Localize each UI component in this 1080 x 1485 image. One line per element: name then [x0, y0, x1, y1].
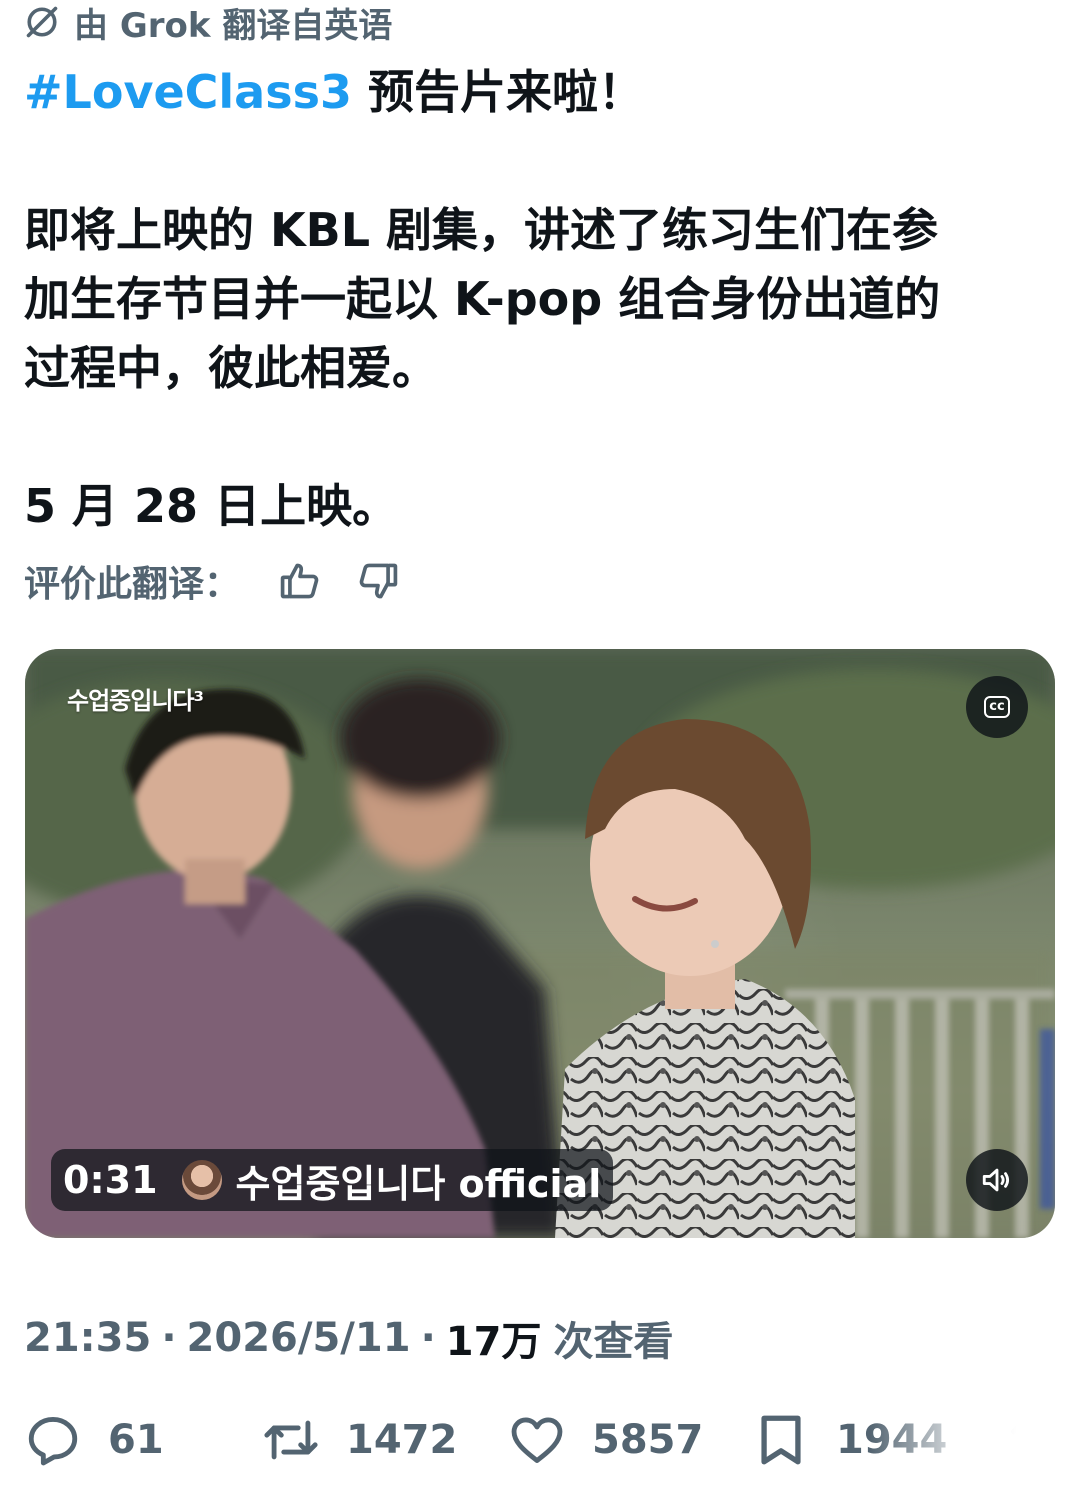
headline-text: 预告片来啦！: [351, 65, 644, 119]
reply-icon: [28, 1417, 78, 1466]
reply-count: 61: [108, 1417, 164, 1463]
volume-button[interactable]: [966, 1149, 1028, 1211]
video-timestamp: 0:31: [63, 1158, 158, 1202]
translation-note-text: 由 Grok 翻译自英语: [74, 5, 393, 46]
tweet-headline: #LoveClass3 预告片来啦！: [24, 58, 1044, 127]
tweet-body-line: 加生存节目并一起以 K-pop 组合身份出道的: [24, 272, 941, 326]
captions-button[interactable]: cc: [966, 676, 1028, 738]
video-info-pill[interactable]: 0:31 수업중입니다 official: [51, 1149, 614, 1211]
tweet-time: 21:35: [24, 1315, 152, 1361]
tweet-body-line: 过程中，彼此相爱。: [24, 341, 438, 395]
heart-icon: [511, 1417, 563, 1463]
retweet-icon: [264, 1420, 318, 1460]
tweet-text: #LoveClass3 预告片来啦！ 即将上映的 KBL 剧集，讲述了练习生们在…: [24, 58, 1044, 541]
thumbs-up-icon: [280, 563, 319, 599]
video-brand-overlay: 수업중입니다³: [67, 687, 204, 715]
video-player[interactable]: 수업중입니다³ cc 0:31 수업중입니다 official: [25, 649, 1055, 1238]
separator-dot: ·: [420, 1315, 436, 1361]
tweet-meta: 21:35 · 2026/5/11 · 17万 次查看: [24, 1310, 673, 1366]
reply-button[interactable]: 61: [24, 1400, 164, 1480]
tweet-body-line: 即将上映的 KBL 剧集，讲述了练习生们在参: [24, 203, 939, 257]
views-label: 次查看: [553, 1319, 674, 1365]
volume-icon: [982, 1168, 1010, 1192]
thumbs-up-button[interactable]: [276, 557, 324, 605]
views-count: 17万: [445, 1319, 542, 1365]
channel-name: 수업중입니다 official: [235, 1161, 602, 1206]
captions-icon: cc: [984, 696, 1010, 718]
thumbs-down-button[interactable]: [354, 557, 402, 605]
hashtag-link[interactable]: #LoveClass3: [24, 65, 352, 119]
thumbs-down-icon: [359, 563, 398, 599]
like-button[interactable]: 5857: [508, 1400, 703, 1480]
translation-note[interactable]: 由 Grok 翻译自英语: [24, 0, 393, 46]
retweet-count: 1472: [346, 1417, 458, 1463]
bookmark-icon: [761, 1415, 801, 1465]
rate-translation-label: 评价此翻译：: [24, 564, 241, 605]
grok-icon: [26, 6, 58, 38]
release-date-text: 5 月 28 日上映。: [24, 479, 399, 533]
like-count: 5857: [592, 1417, 704, 1463]
retweet-button[interactable]: 1472: [262, 1400, 457, 1480]
rate-translation: 评价此翻译：: [24, 552, 432, 610]
watermark-fade: [870, 1415, 1080, 1475]
separator-dot: ·: [161, 1315, 177, 1361]
tweet-date[interactable]: 2026/5/11: [187, 1315, 411, 1361]
channel-avatar: [181, 1160, 222, 1200]
